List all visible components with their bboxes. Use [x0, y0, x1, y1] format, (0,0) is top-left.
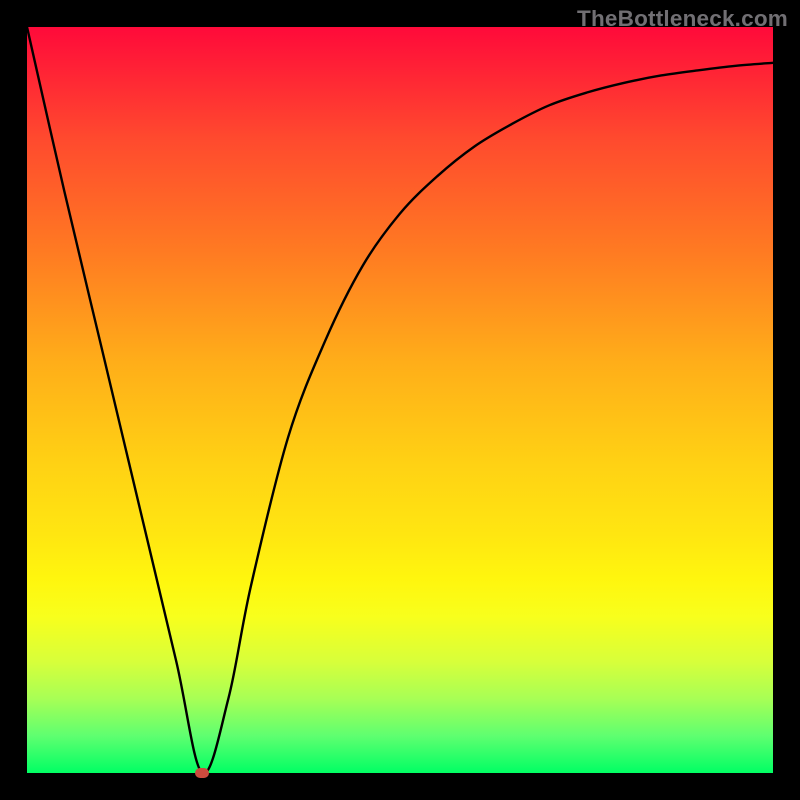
bottleneck-curve	[27, 27, 773, 773]
chart-gradient-area	[27, 27, 773, 773]
chart-frame: TheBottleneck.com	[0, 0, 800, 800]
optimal-point-marker	[195, 768, 209, 778]
watermark-label: TheBottleneck.com	[577, 6, 788, 32]
curve-path	[27, 27, 773, 773]
